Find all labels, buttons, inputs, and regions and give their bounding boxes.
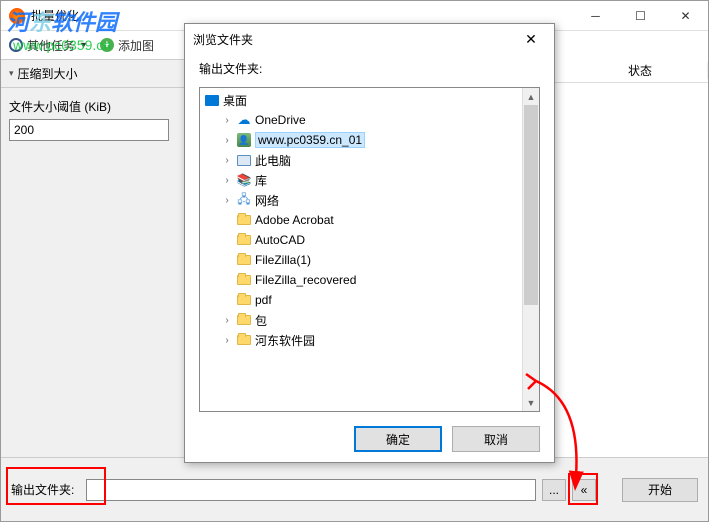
expand-icon[interactable]: › — [221, 155, 233, 166]
tree-item[interactable]: ›📚库 — [200, 170, 539, 190]
minimize-button[interactable]: ─ — [573, 1, 618, 30]
tree-item[interactable]: ›☁OneDrive — [200, 110, 539, 130]
start-button[interactable]: 开始 — [622, 478, 698, 502]
tree-item[interactable]: Adobe Acrobat — [200, 210, 539, 230]
dialog-label: 输出文件夹: — [199, 60, 540, 77]
scroll-down-button[interactable]: ▼ — [523, 394, 539, 411]
folder-icon — [236, 273, 252, 287]
pc-icon — [236, 153, 252, 167]
folder-icon — [236, 293, 252, 307]
scroll-thumb[interactable] — [524, 105, 538, 305]
scrollbar[interactable]: ▲ ▼ — [522, 88, 539, 411]
library-icon: 📚 — [236, 173, 252, 187]
watermark: 河东软件园 www.pc0359.cn — [7, 5, 117, 53]
add-image-label: 添加图 — [118, 37, 154, 54]
tree-item[interactable]: ›👤www.pc0359.cn_01 — [200, 130, 539, 150]
folder-tree[interactable]: 桌面›☁OneDrive›👤www.pc0359.cn_01›此电脑›📚库›🖧网… — [199, 87, 540, 412]
bottom-bar: 输出文件夹: ... « 开始 — [1, 457, 708, 521]
expand-icon[interactable]: › — [221, 335, 233, 346]
tree-item-label: Adobe Acrobat — [255, 213, 334, 227]
close-button[interactable]: ✕ — [663, 1, 708, 30]
expand-icon[interactable]: › — [221, 315, 233, 326]
expand-icon[interactable]: › — [221, 115, 233, 126]
folder-icon — [236, 233, 252, 247]
output-folder-label: 输出文件夹: — [11, 481, 80, 498]
tree-item[interactable]: FileZilla(1) — [200, 250, 539, 270]
tree-item-label: FileZilla_recovered — [255, 273, 356, 287]
tree-root[interactable]: 桌面 — [200, 90, 539, 110]
folder-icon — [236, 213, 252, 227]
watermark-url: www.pc0359.cn — [13, 37, 117, 53]
tree-item-label: 此电脑 — [255, 152, 291, 169]
user-icon: 👤 — [236, 133, 252, 147]
tree-item-label: www.pc0359.cn_01 — [255, 132, 365, 148]
tree-item-label: 库 — [255, 172, 267, 189]
dialog-close-button[interactable]: ✕ — [516, 25, 546, 53]
tree-item-label: FileZilla(1) — [255, 253, 311, 267]
column-status[interactable]: 状态 — [618, 62, 708, 79]
browse-button[interactable]: ... — [542, 479, 566, 501]
dialog-title: 浏览文件夹 — [193, 31, 516, 48]
left-panel: ▾ 压缩到大小 文件大小阈值 (KiB) — [1, 59, 191, 457]
scroll-up-button[interactable]: ▲ — [523, 88, 539, 105]
tree-item[interactable]: › 河东软件园 — [200, 330, 539, 350]
folder-icon — [236, 253, 252, 267]
folder-icon — [236, 313, 252, 327]
browse-folder-dialog: 浏览文件夹 ✕ 输出文件夹: 桌面›☁OneDrive›👤www.pc0359.… — [184, 23, 555, 463]
section-header[interactable]: ▾ 压缩到大小 — [1, 59, 190, 88]
expand-icon[interactable]: › — [221, 135, 233, 146]
desktop-icon — [204, 93, 220, 107]
tree-item[interactable]: ›包 — [200, 310, 539, 330]
tree-item-label: 河东软件园 — [255, 332, 315, 349]
network-icon: 🖧 — [236, 193, 252, 207]
section-title: 压缩到大小 — [18, 65, 78, 82]
dialog-body: 输出文件夹: 桌面›☁OneDrive›👤www.pc0359.cn_01›此电… — [185, 54, 554, 462]
tree-item[interactable]: › 此电脑 — [200, 150, 539, 170]
maximize-button[interactable]: ☐ — [618, 1, 663, 30]
tree-item-label: AutoCAD — [255, 233, 305, 247]
onedrive-icon: ☁ — [236, 113, 252, 127]
collapse-button[interactable]: « — [572, 479, 596, 501]
tree-item[interactable]: AutoCAD — [200, 230, 539, 250]
expand-icon[interactable]: › — [221, 195, 233, 206]
ok-button[interactable]: 确定 — [354, 426, 442, 452]
tree-item[interactable]: pdf — [200, 290, 539, 310]
tree-item-label: 包 — [255, 312, 267, 329]
tree-item-label: pdf — [255, 293, 272, 307]
cancel-button[interactable]: 取消 — [452, 426, 540, 452]
tree-item[interactable]: FileZilla_recovered — [200, 270, 539, 290]
expand-icon[interactable]: › — [221, 175, 233, 186]
tree-item-label: 网络 — [255, 192, 279, 209]
threshold-input[interactable] — [9, 119, 169, 141]
tree-item-label: 桌面 — [223, 92, 247, 109]
folder-icon — [236, 333, 252, 347]
dialog-footer: 确定 取消 — [199, 426, 540, 452]
threshold-label: 文件大小阈值 (KiB) — [1, 88, 190, 119]
output-folder-input[interactable] — [86, 479, 536, 501]
chevron-down-icon: ▾ — [9, 68, 14, 79]
dialog-titlebar: 浏览文件夹 ✕ — [185, 24, 554, 54]
tree-item-label: OneDrive — [255, 113, 306, 127]
tree-item[interactable]: ›🖧网络 — [200, 190, 539, 210]
